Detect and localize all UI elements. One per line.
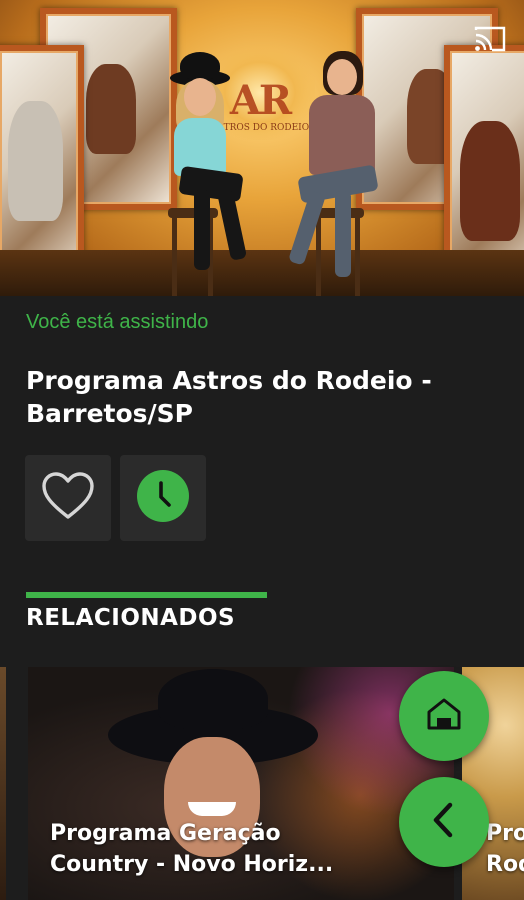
video-player[interactable]: AR ASTROS DO RODEIO bbox=[0, 0, 524, 296]
related-card-peek-left[interactable] bbox=[0, 667, 6, 900]
clock-icon bbox=[136, 469, 190, 527]
watch-later-button[interactable] bbox=[120, 455, 206, 541]
back-arrow-icon bbox=[426, 800, 462, 844]
cast-icon[interactable] bbox=[474, 26, 506, 52]
related-card-smile bbox=[188, 802, 236, 816]
heart-outline-icon bbox=[40, 471, 96, 525]
back-button[interactable] bbox=[399, 777, 489, 867]
now-watching-label: Você está assistindo bbox=[26, 311, 209, 333]
related-card[interactable]: Programa Geração Country - Novo Horiz... bbox=[28, 667, 454, 900]
presenter-right bbox=[287, 45, 395, 285]
section-accent-bar bbox=[26, 592, 267, 598]
home-icon bbox=[424, 694, 464, 738]
related-card-title: Programa Geração Country - Novo Horiz... bbox=[50, 821, 334, 877]
favorite-button[interactable] bbox=[25, 455, 111, 541]
presenter-left bbox=[150, 40, 280, 280]
related-section-title: RELACIONADOS bbox=[26, 605, 236, 631]
related-card-title: Pro Rod bbox=[486, 821, 524, 877]
program-title: Programa Astros do Rodeio - Barretos/SP bbox=[26, 366, 432, 428]
related-card-hat-crown bbox=[158, 669, 268, 729]
home-button[interactable] bbox=[399, 671, 489, 761]
